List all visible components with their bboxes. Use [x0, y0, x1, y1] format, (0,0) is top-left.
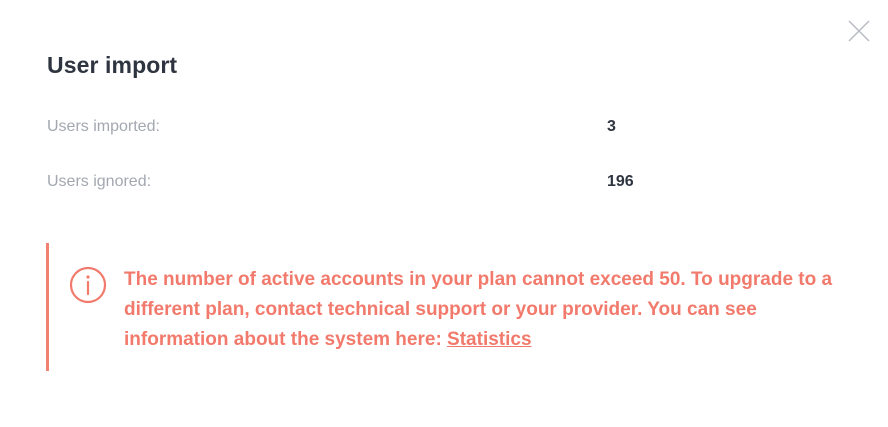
users-ignored-value: 196 [607, 173, 634, 190]
user-import-dialog: User import Users imported: 3 Users igno… [0, 0, 888, 427]
users-imported-value: 3 [607, 118, 616, 135]
close-icon [848, 20, 870, 42]
users-ignored-label: Users ignored: [47, 173, 152, 190]
info-icon [69, 266, 107, 304]
dialog-title: User import [47, 52, 178, 78]
users-imported-label: Users imported: [47, 118, 160, 135]
stat-row-users-ignored: Users ignored: 196 [47, 170, 667, 194]
alert-message: The number of active accounts in your pl… [124, 265, 844, 355]
stat-row-users-imported: Users imported: 3 [47, 115, 667, 139]
plan-limit-alert: The number of active accounts in your pl… [46, 243, 849, 371]
close-button[interactable] [848, 20, 870, 42]
statistics-link[interactable]: Statistics [447, 329, 531, 350]
